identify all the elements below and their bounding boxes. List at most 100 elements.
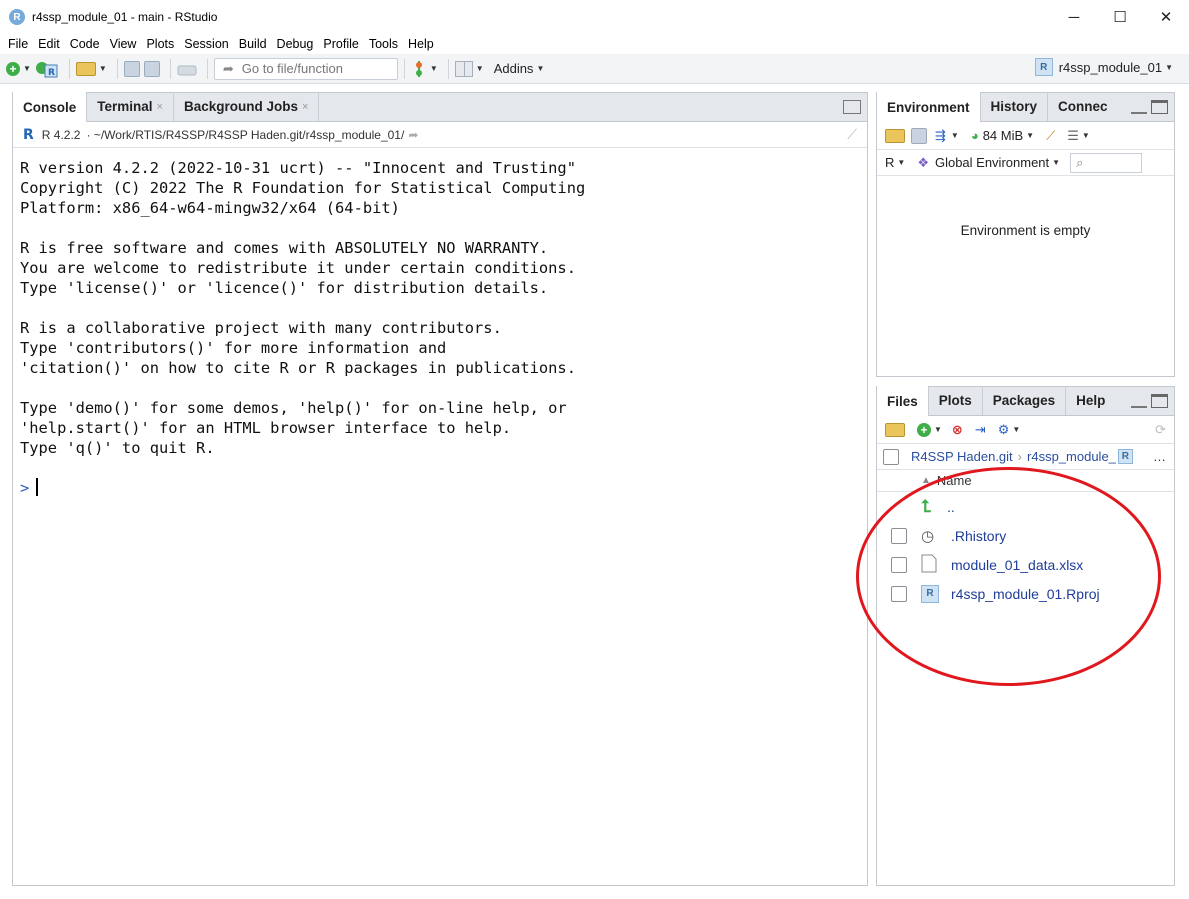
restore-pane-icon[interactable] — [843, 100, 861, 114]
maximize-button[interactable]: ☐ — [1097, 0, 1143, 34]
menu-help[interactable]: Help — [403, 37, 439, 51]
clear-broom-icon[interactable]: ⟋ — [1046, 128, 1055, 144]
load-workspace-icon[interactable] — [885, 128, 905, 143]
new-folder-icon[interactable] — [885, 422, 905, 437]
pane-layout-button[interactable]: ▼ — [454, 58, 484, 80]
select-all-checkbox[interactable] — [883, 448, 899, 465]
project-menu-button[interactable]: R r4ssp_module_01 ▼ — [1034, 58, 1173, 76]
search-icon: ⌕ — [1076, 154, 1084, 170]
parent-directory-link[interactable]: .. — [947, 499, 955, 515]
chevron-down-icon[interactable]: ▼ — [934, 425, 942, 434]
menu-edit[interactable]: Edit — [33, 37, 65, 51]
menu-session[interactable]: Session — [179, 37, 233, 51]
new-project-button[interactable]: R — [35, 58, 59, 80]
toolbar-separator — [116, 58, 118, 79]
console-text: R version 4.2.2 (2022-10-31 ucrt) -- "In… — [20, 159, 586, 457]
file-row[interactable]: R r4ssp_module_01.Rproj — [877, 579, 1174, 608]
new-file-button[interactable]: + ▼ — [6, 58, 31, 80]
tab-console[interactable]: Console — [13, 92, 88, 122]
file-checkbox[interactable] — [891, 556, 907, 573]
file-link[interactable]: r4ssp_module_01.Rproj — [951, 586, 1100, 602]
goto-directory-icon[interactable]: ➦ — [408, 128, 418, 142]
git-icon — [415, 60, 422, 77]
close-tab-icon[interactable]: × — [157, 101, 163, 113]
tab-background-jobs[interactable]: Background Jobs × — [174, 92, 320, 121]
close-button[interactable]: ✕ — [1143, 0, 1189, 34]
chevron-down-icon[interactable]: ▼ — [1026, 131, 1034, 140]
save-workspace-icon[interactable] — [911, 127, 927, 144]
toolbar-separator — [169, 58, 171, 79]
console-pane: Console Terminal × Background Jobs × R R 4… — [12, 92, 868, 886]
save-button[interactable] — [123, 58, 140, 80]
menu-file[interactable]: File — [3, 37, 33, 51]
chevron-down-icon[interactable]: ▼ — [897, 158, 905, 167]
breadcrumb-item[interactable]: r4ssp_module_ — [1027, 449, 1116, 464]
import-dataset-icon[interactable]: ⇶ — [935, 128, 946, 144]
chevron-down-icon[interactable]: ▼ — [1082, 131, 1090, 140]
open-file-button[interactable]: ▼ — [75, 58, 107, 80]
go-to-file-input[interactable]: ➦ Go to file/function — [213, 57, 398, 80]
breadcrumb-more-button[interactable]: … — [1153, 449, 1166, 464]
tab-packages[interactable]: Packages — [983, 386, 1067, 415]
file-checkbox[interactable] — [891, 585, 907, 602]
chevron-down-icon[interactable]: ▼ — [1012, 425, 1020, 434]
file-link[interactable]: module_01_data.xlsx — [951, 557, 1083, 573]
menu-view[interactable]: View — [105, 37, 142, 51]
console-prompt: > — [20, 479, 30, 497]
file-row[interactable]: module_01_data.xlsx — [877, 550, 1174, 579]
menu-debug[interactable]: Debug — [272, 37, 319, 51]
vcs-button[interactable]: ▼ — [411, 58, 438, 80]
menu-build[interactable]: Build — [234, 37, 272, 51]
sort-ascending-icon[interactable]: ▲ — [921, 475, 931, 486]
menu-profile[interactable]: Profile — [318, 37, 363, 51]
chevron-down-icon[interactable]: ▼ — [1052, 158, 1060, 167]
file-checkbox[interactable] — [891, 527, 907, 544]
delete-file-icon[interactable]: ⊗ — [952, 422, 963, 438]
maximize-pane-icon[interactable] — [1151, 394, 1168, 408]
tab-help[interactable]: Help — [1066, 386, 1115, 415]
language-select[interactable]: R — [885, 155, 894, 170]
list-view-icon[interactable]: ☰ — [1067, 128, 1079, 144]
memory-usage[interactable]: 84 MiB — [983, 128, 1023, 143]
file-row-parent[interactable]: ⮤ .. — [877, 492, 1174, 521]
print-button[interactable] — [177, 58, 197, 80]
chevron-down-icon[interactable]: ▼ — [951, 131, 959, 140]
file-link[interactable]: .Rhistory — [951, 528, 1006, 544]
text-cursor — [36, 478, 39, 496]
column-name[interactable]: Name — [937, 473, 972, 488]
menu-code[interactable]: Code — [65, 37, 105, 51]
save-all-button[interactable] — [143, 58, 160, 80]
tab-files[interactable]: Files — [877, 386, 929, 416]
tab-connections[interactable]: Connec — [1048, 92, 1118, 121]
console-output[interactable]: R version 4.2.2 (2022-10-31 ucrt) -- "In… — [13, 148, 867, 498]
tab-environment[interactable]: Environment — [877, 92, 981, 122]
environment-body: Environment is empty — [877, 176, 1174, 284]
chevron-down-icon: ▼ — [1165, 62, 1173, 72]
minimize-pane-icon[interactable] — [1131, 394, 1147, 408]
close-tab-icon[interactable]: × — [302, 101, 308, 113]
files-tabbar: Files Plots Packages Help — [877, 386, 1174, 416]
refresh-icon[interactable]: ⟳ — [1155, 422, 1166, 438]
addins-button[interactable]: Addins ▼ — [488, 58, 545, 80]
new-blank-file-icon[interactable]: + — [917, 422, 931, 437]
breadcrumb-item[interactable]: R4SSP Haden.git — [911, 449, 1013, 464]
minimize-button[interactable]: ─ — [1051, 0, 1097, 34]
broom-icon[interactable]: ⟋ — [847, 126, 857, 143]
arrow-right-icon: ➦ — [222, 60, 234, 76]
tab-history[interactable]: History — [981, 92, 1049, 121]
maximize-pane-icon[interactable] — [1151, 100, 1168, 114]
rename-file-icon[interactable]: ⇥ — [975, 422, 986, 438]
working-directory[interactable]: · ~/Work/RTIS/R4SSP/R4SSP Haden.git/r4ss… — [86, 128, 404, 142]
minimize-pane-icon[interactable] — [1131, 100, 1147, 114]
menu-tools[interactable]: Tools — [364, 37, 403, 51]
file-row[interactable]: ◷ .Rhistory — [877, 521, 1174, 550]
environment-toolbar: ⇶ ▼ ◕ 84 MiB ▼ ⟋ ☰ ▼ — [877, 122, 1174, 150]
environment-search-input[interactable]: ⌕ — [1070, 152, 1143, 173]
toolbar-separator — [206, 58, 208, 79]
tab-terminal[interactable]: Terminal × — [87, 92, 174, 121]
tab-plots[interactable]: Plots — [929, 386, 983, 415]
gear-icon[interactable]: ⚙ — [998, 422, 1010, 438]
rproj-icon: R — [1117, 449, 1133, 464]
environment-scope-select[interactable]: Global Environment — [935, 155, 1049, 170]
menu-plots[interactable]: Plots — [141, 37, 179, 51]
